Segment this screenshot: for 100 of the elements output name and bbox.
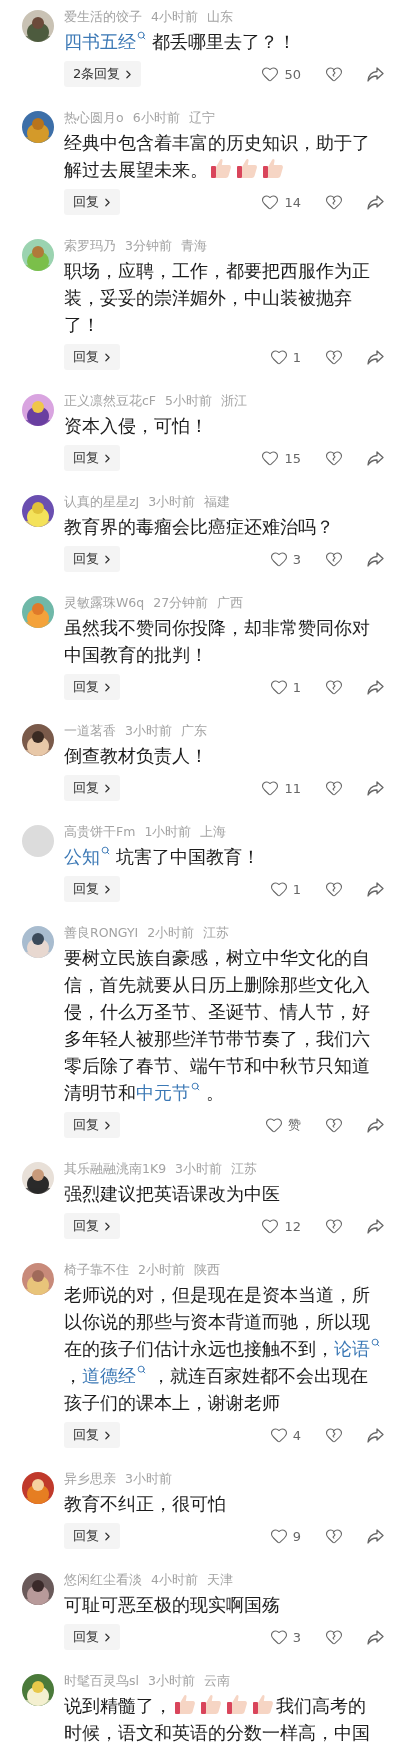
share-icon: [367, 780, 384, 796]
topic-link[interactable]: 四书五经: [64, 31, 146, 52]
share-button[interactable]: [367, 66, 384, 82]
share-button[interactable]: [367, 551, 384, 567]
reply-button[interactable]: 回复: [64, 674, 120, 700]
share-button[interactable]: [367, 349, 384, 365]
share-button[interactable]: [367, 780, 384, 796]
dislike-button[interactable]: [325, 348, 343, 366]
heart-icon: [269, 1527, 288, 1545]
broken-heart-icon: [325, 880, 343, 898]
search-icon: [101, 846, 110, 855]
topic-link[interactable]: 道德经: [82, 1365, 146, 1386]
thumbs-up-icon: [173, 1692, 197, 1716]
search-icon: [137, 31, 146, 40]
reply-button[interactable]: 2条回复: [64, 61, 142, 87]
like-button[interactable]: 1: [269, 348, 301, 366]
like-button[interactable]: 12: [261, 1217, 301, 1235]
comment-time: 1小时前: [144, 823, 192, 841]
comment-time: 2小时前: [138, 1261, 185, 1279]
dislike-button[interactable]: [325, 550, 343, 568]
like-button[interactable]: 50: [261, 65, 301, 83]
heart-icon: [269, 348, 288, 366]
comment-location: 上海: [200, 823, 227, 841]
reply-button[interactable]: 回复: [64, 775, 120, 801]
comment-text: 教育界的毒瘤会比癌症还难治吗？: [64, 515, 335, 539]
dislike-button[interactable]: [325, 65, 343, 83]
broken-heart-icon: [325, 1426, 343, 1444]
topic-link[interactable]: 论语: [334, 1338, 380, 1359]
reply-button[interactable]: 回复: [64, 1422, 120, 1448]
thumbs-up-icon: [251, 1692, 275, 1716]
topic-link[interactable]: 公知: [64, 846, 110, 867]
reply-button[interactable]: 回复: [64, 445, 120, 471]
comment-text: 教育不纠正，很可怕: [64, 1492, 227, 1516]
like-button[interactable]: 14: [261, 193, 301, 211]
share-icon: [367, 1629, 384, 1645]
dislike-button[interactable]: [325, 1628, 343, 1646]
comment-text: 经典中包含着丰富的历史知识，助于了解过去展望未来。: [64, 131, 371, 182]
comment-location: 辽宁: [188, 109, 215, 127]
like-button[interactable]: 4: [269, 1426, 301, 1444]
share-button[interactable]: [367, 1117, 384, 1133]
reply-button[interactable]: 回复: [64, 1213, 120, 1239]
dislike-button[interactable]: [325, 1527, 343, 1545]
dislike-button[interactable]: [325, 1116, 343, 1134]
broken-heart-icon: [325, 193, 343, 211]
comment-text: 公知 坑害了中国教育！: [64, 845, 261, 869]
share-button[interactable]: [367, 881, 384, 897]
share-button[interactable]: [367, 1218, 384, 1234]
reply-button[interactable]: 回复: [64, 876, 120, 902]
heart-icon: [261, 779, 280, 797]
share-icon: [367, 349, 384, 365]
share-button[interactable]: [367, 679, 384, 695]
reply-button[interactable]: 回复: [64, 344, 120, 370]
comment-time: 3分钟前: [125, 237, 172, 255]
broken-heart-icon: [325, 1116, 343, 1134]
thumbs-up-icon: [261, 156, 285, 180]
dislike-button[interactable]: [325, 779, 343, 797]
broken-heart-icon: [325, 550, 343, 568]
share-button[interactable]: [367, 1629, 384, 1645]
heart-icon: [261, 1217, 280, 1235]
comment-time: 3小时前: [148, 1672, 195, 1690]
topic-link[interactable]: 中元节: [136, 1082, 200, 1103]
comment-text: 倒查教材负责人！: [64, 744, 209, 768]
comment-text: 资本入侵，可怕！: [64, 414, 209, 438]
share-icon: [367, 1528, 384, 1544]
share-button[interactable]: [367, 194, 384, 210]
broken-heart-icon: [325, 1628, 343, 1646]
share-button[interactable]: [367, 1427, 384, 1443]
like-button[interactable]: 1: [269, 678, 301, 696]
comment-location: 陕西: [193, 1261, 220, 1279]
like-button[interactable]: 11: [261, 779, 301, 797]
broken-heart-icon: [325, 678, 343, 696]
dislike-button[interactable]: [325, 1426, 343, 1444]
like-button[interactable]: 3: [269, 550, 301, 568]
reply-button[interactable]: 回复: [64, 1523, 120, 1549]
dislike-button[interactable]: [325, 449, 343, 467]
broken-heart-icon: [325, 1217, 343, 1235]
like-button[interactable]: 3: [269, 1628, 301, 1646]
dislike-button[interactable]: [325, 678, 343, 696]
comment-time: 4小时前: [151, 8, 198, 26]
search-icon: [137, 1365, 146, 1374]
like-button[interactable]: 1: [269, 880, 301, 898]
reply-button[interactable]: 回复: [64, 546, 120, 572]
like-button[interactable]: 15: [261, 449, 301, 467]
reply-button[interactable]: 回复: [64, 1624, 120, 1650]
thumbs-up-icon: [209, 156, 233, 180]
dislike-button[interactable]: [325, 193, 343, 211]
like-button[interactable]: 赞: [265, 1116, 301, 1134]
share-icon: [367, 551, 384, 567]
comment-time: 3小时前: [125, 1470, 172, 1488]
like-button[interactable]: 9: [269, 1527, 301, 1545]
share-icon: [367, 450, 384, 466]
share-button[interactable]: [367, 450, 384, 466]
reply-button[interactable]: 回复: [64, 1112, 120, 1138]
search-icon: [371, 1338, 380, 1347]
dislike-button[interactable]: [325, 1217, 343, 1235]
heart-icon: [269, 880, 288, 898]
share-button[interactable]: [367, 1528, 384, 1544]
reply-button[interactable]: 回复: [64, 189, 120, 215]
comment-text: 职场，应聘，工作，都要把西服作为正装，妥妥的崇洋媚外，中山装被抛弃了！: [64, 259, 371, 337]
dislike-button[interactable]: [325, 880, 343, 898]
